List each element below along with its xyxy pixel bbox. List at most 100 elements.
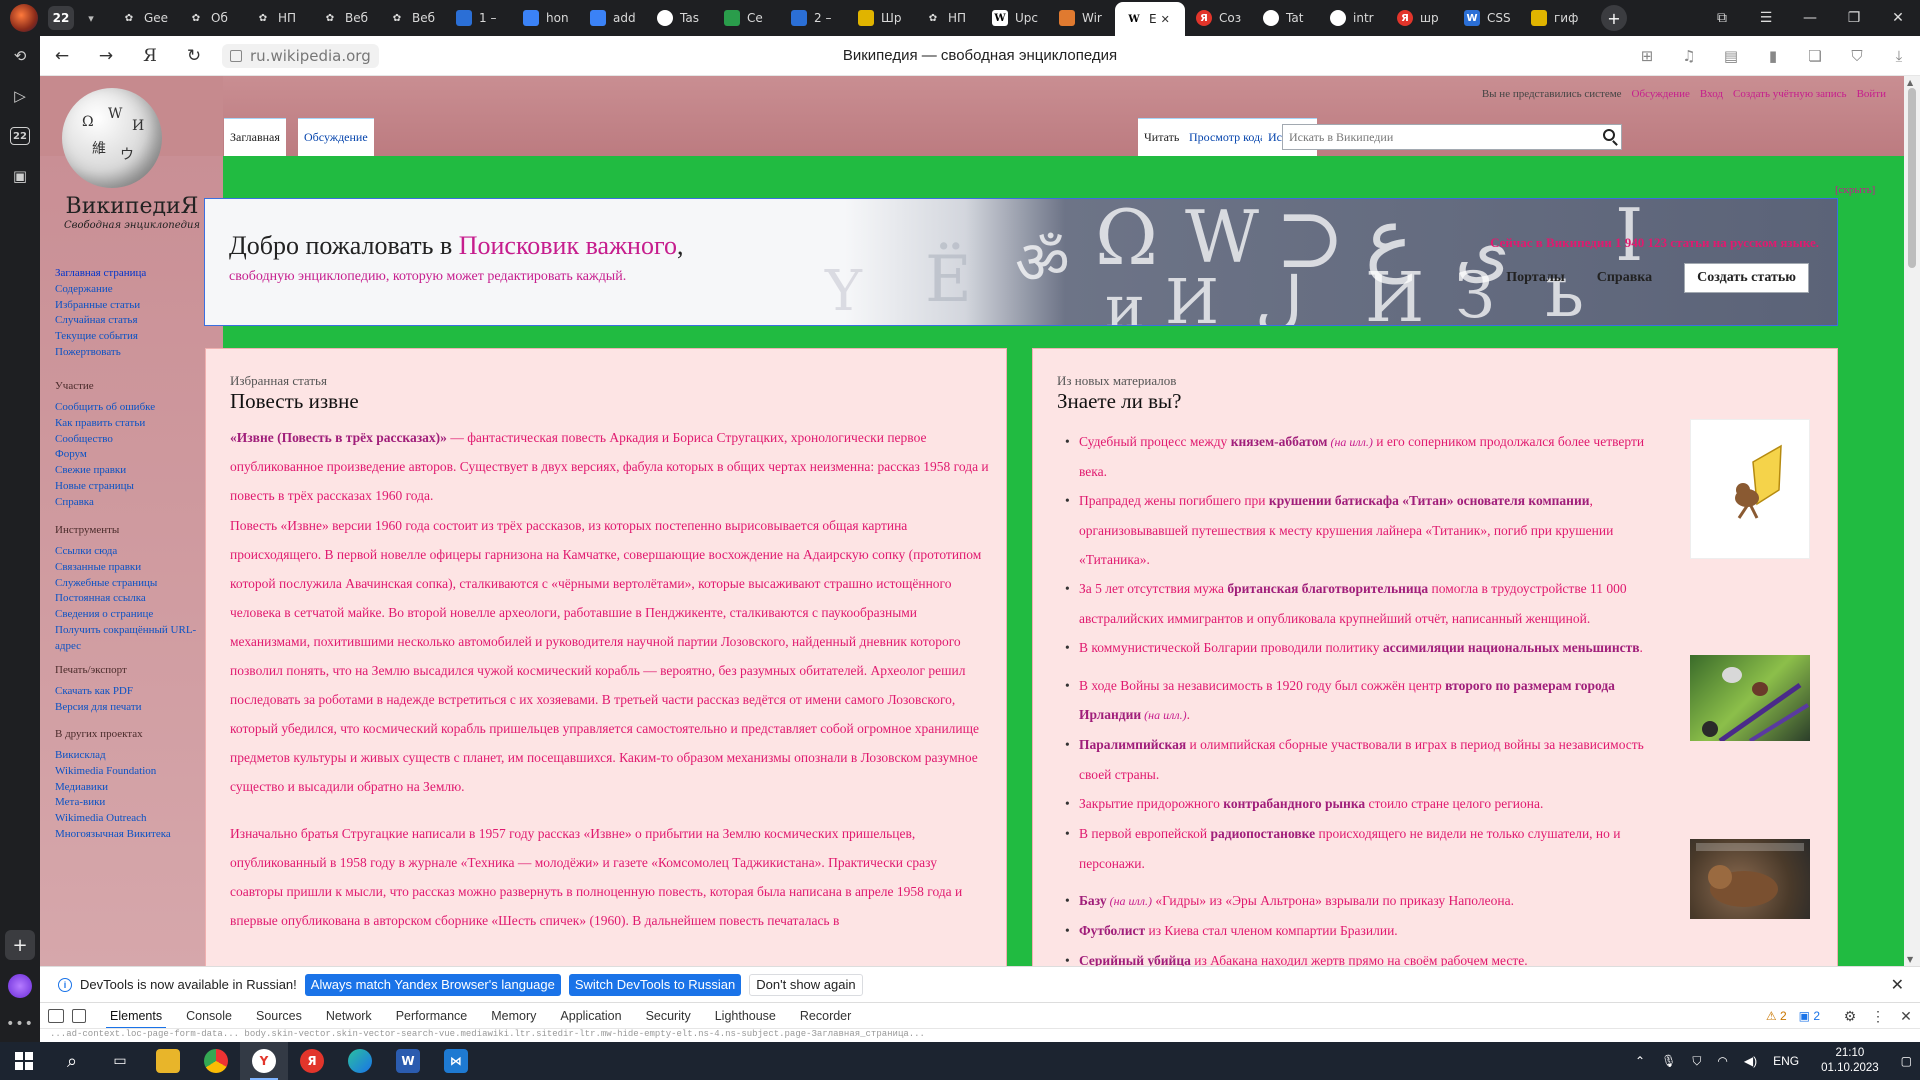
forward-icon[interactable]: → <box>84 36 128 76</box>
tab-manager-icon[interactable]: ⧉ <box>1700 10 1744 26</box>
messages-badge[interactable]: ▣ 2 <box>1799 1009 1820 1023</box>
sidebar-link[interactable]: Wikimedia Foundation <box>55 764 215 780</box>
browser-tab[interactable]: Tat <box>1252 3 1319 33</box>
volume-icon[interactable]: ◀) <box>1744 1054 1757 1068</box>
browser-tab[interactable]: W CSS <box>1453 3 1520 33</box>
dyk-item-link[interactable]: Футболист <box>1079 923 1145 938</box>
protect-icon[interactable]: ⛉ <box>1836 47 1878 65</box>
scrollbar-thumb[interactable] <box>1908 88 1916 268</box>
create-account-link[interactable]: Создать учётную запись <box>1733 88 1847 100</box>
thumbnail-cartoon-mouse[interactable] <box>1690 419 1810 559</box>
browser-tab[interactable]: ✿ НП <box>914 3 981 33</box>
login-link[interactable]: Вход <box>1700 88 1723 100</box>
dyk-item-link[interactable]: британская благотворительница <box>1227 581 1428 596</box>
clock[interactable]: 21:10 01.10.2023 <box>1821 1046 1879 1076</box>
yandex-logo-icon[interactable]: Я <box>128 36 172 76</box>
sidebar-link[interactable]: Новые страницы <box>55 479 215 495</box>
browser-tab[interactable]: add <box>579 3 646 33</box>
headphones-icon[interactable]: ♫ <box>1668 47 1710 65</box>
sidebar-link[interactable]: Многоязычная Викитека <box>55 827 215 843</box>
browser-tab[interactable]: Wir <box>1048 3 1115 33</box>
switch-devtools-russian-button[interactable]: Switch DevTools to Russian <box>568 973 742 996</box>
browser-tab[interactable]: ✿ Веб <box>378 3 445 33</box>
sidebar-link[interactable]: Форум <box>55 447 215 463</box>
sidebar-link[interactable]: Сообщить об ошибке <box>55 400 215 416</box>
talk-link[interactable]: Обсуждение <box>1632 88 1690 100</box>
sidebar-link[interactable]: Сведения о странице <box>55 607 215 623</box>
dyk-item-link[interactable]: Серийный убийца <box>1079 953 1191 966</box>
browser-tab[interactable]: Шр <box>847 3 914 33</box>
devtools-tab[interactable]: Security <box>634 1003 703 1029</box>
browser-tab[interactable]: ✿ Об <box>177 3 244 33</box>
tab-read[interactable]: Читать <box>1138 118 1186 156</box>
dyk-item-link[interactable]: крушении батискафа «Титан» основателя ко… <box>1269 493 1590 508</box>
browser-tab[interactable]: intr <box>1319 3 1386 33</box>
banner-title-link[interactable]: Поисковик важного <box>459 231 677 260</box>
maximize-icon[interactable]: ❐ <box>1832 10 1876 26</box>
browser-tab[interactable]: Се <box>713 3 780 33</box>
back-icon[interactable]: ← <box>40 36 84 76</box>
thumbnail-creature-photo[interactable] <box>1690 839 1810 919</box>
sidebar-link[interactable]: Скачать как PDF <box>55 684 215 700</box>
sidebar-link[interactable]: Ссылки сюда <box>55 544 215 560</box>
browser-tab[interactable]: Яшр <box>1386 3 1453 33</box>
yandex-browser-icon[interactable]: Y <box>240 1042 288 1080</box>
search-input[interactable]: Искать в Википедии <box>1282 124 1622 150</box>
browser-tab[interactable]: W Е ✕ <box>1115 2 1185 36</box>
tab-view-source[interactable]: Просмотр кода <box>1183 118 1272 156</box>
sidebar-link[interactable]: Избранные статьи <box>55 298 215 314</box>
sidebar-link[interactable]: Wikimedia Outreach <box>55 811 215 827</box>
browser-tab[interactable]: hon <box>512 3 579 33</box>
devtools-tab[interactable]: Lighthouse <box>703 1003 788 1029</box>
dyk-item-link[interactable]: радиопостановке <box>1211 826 1316 841</box>
history-icon[interactable]: ⟲ <box>0 36 40 76</box>
sidebar-link[interactable]: Заглавная страница <box>55 266 215 282</box>
microphone-icon[interactable]: 🎙 <box>1661 1054 1676 1068</box>
browser-tab[interactable]: Tas <box>646 3 713 33</box>
profile-avatar[interactable] <box>10 4 38 32</box>
settings-icon[interactable]: ⚙ <box>1836 1008 1864 1025</box>
sidebar-link[interactable]: Служебные страницы <box>55 576 215 592</box>
close-devtools-icon[interactable]: ✕ <box>1892 1008 1920 1025</box>
search-icon[interactable] <box>1603 129 1615 141</box>
dyk-item-link[interactable]: князем-аббатом <box>1231 434 1328 449</box>
devtools-tab[interactable]: Performance <box>384 1003 480 1029</box>
tab-main[interactable]: Заглавная <box>224 118 286 156</box>
dyk-item-link[interactable]: Базу <box>1079 893 1107 908</box>
browser-tab[interactable]: Я Соз <box>1185 3 1252 33</box>
browser-tab[interactable]: 1 – <box>445 3 512 33</box>
chevron-up-icon[interactable]: ⌃ <box>1635 1054 1645 1068</box>
yandex-icon[interactable]: Я <box>288 1042 336 1080</box>
notifications-icon[interactable]: ▢ <box>1901 1054 1912 1068</box>
device-toolbar-icon[interactable] <box>72 1008 86 1023</box>
devtools-tab[interactable]: Recorder <box>788 1003 863 1029</box>
devtools-tab[interactable]: Memory <box>479 1003 548 1029</box>
add-panel-button[interactable]: + <box>5 930 35 960</box>
new-tab-button[interactable]: + <box>1601 5 1627 31</box>
input-language[interactable]: ENG <box>1773 1054 1799 1068</box>
help-link[interactable]: Справка <box>1597 270 1652 286</box>
file-explorer-icon[interactable] <box>144 1042 192 1080</box>
close-tab-icon[interactable]: ✕ <box>1161 13 1170 26</box>
hide-link[interactable]: [скрыть] <box>1835 184 1875 196</box>
dont-show-again-button[interactable]: Don't show again <box>749 973 863 996</box>
kebab-menu-icon[interactable]: ⋮ <box>1864 1008 1892 1025</box>
url-field[interactable]: ru.wikipedia.org <box>222 43 379 68</box>
wikipedia-globe-logo[interactable]: ΩWИ 維ウ <box>62 88 162 188</box>
more-icon[interactable]: ••• <box>0 1016 40 1042</box>
warnings-badge[interactable]: ⚠ 2 <box>1766 1009 1787 1023</box>
sidebar-link[interactable]: Викисклад <box>55 748 215 764</box>
browser-tab[interactable]: 2 – <box>780 3 847 33</box>
task-view-icon[interactable]: ▭ <box>96 1042 144 1080</box>
signin-link[interactable]: Войти <box>1857 88 1886 100</box>
page-scrollbar[interactable]: ▲ ▼ <box>1904 76 1920 966</box>
sidebar-link[interactable]: Текущие события <box>55 329 215 345</box>
sidebar-link[interactable]: Свежие правки <box>55 463 215 479</box>
extensions-icon[interactable]: ⊞ <box>1626 47 1668 65</box>
inspect-element-icon[interactable] <box>48 1008 64 1023</box>
edge-icon[interactable] <box>336 1042 384 1080</box>
featured-article-link[interactable]: «Извне (Повесть в трёх рассказах)» <box>230 430 447 445</box>
browser-tab[interactable]: ✿ НП <box>244 3 311 33</box>
browser-tab[interactable]: W Upc <box>981 3 1048 33</box>
devtools-tab[interactable]: Network <box>314 1003 384 1029</box>
